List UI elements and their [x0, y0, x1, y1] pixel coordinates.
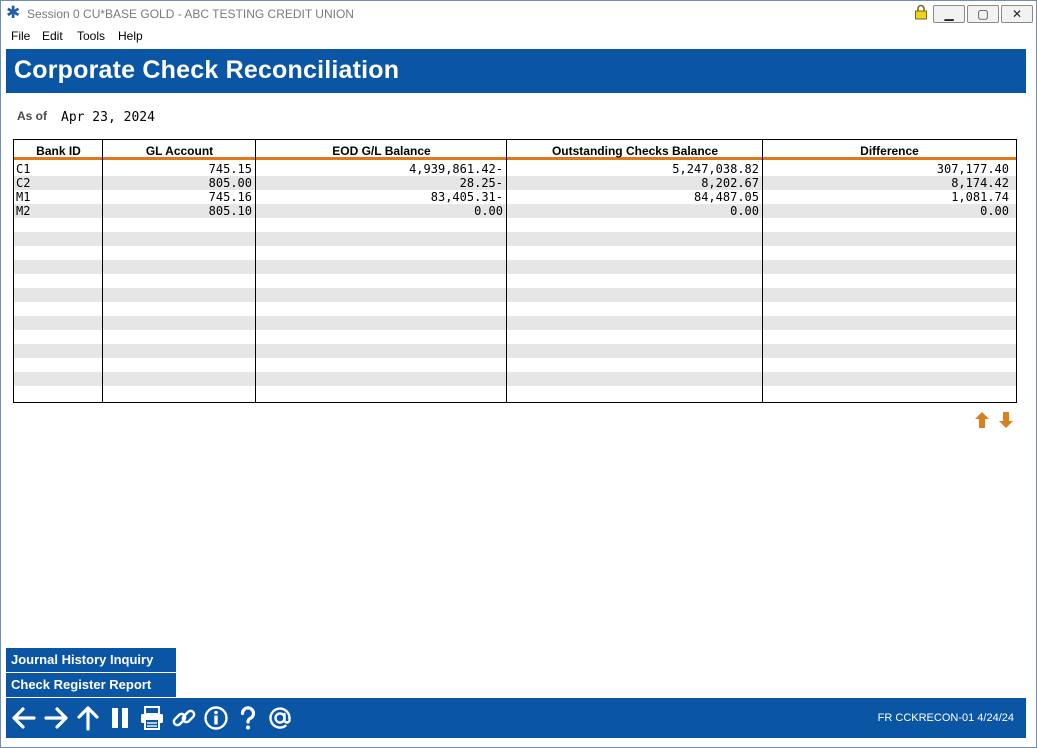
column-header-difference[interactable]: Difference [763, 140, 1016, 159]
app-logo-icon: ✱ [6, 3, 21, 22]
table-row [14, 232, 1016, 246]
table-row [14, 302, 1016, 316]
table-body: C1 745.15 4,939,861.42- 5,247,038.82 307,177… [14, 162, 1016, 402]
page-header: Corporate Check Reconciliation [6, 49, 1026, 93]
table-row [14, 218, 1016, 232]
table-cell: 84,487.05 [693, 190, 759, 204]
column-header-gl-account[interactable]: GL Account [103, 140, 256, 159]
minimize-button[interactable]: ▁ [933, 5, 965, 23]
table-row [14, 358, 1016, 372]
table-cell: 8,174.42 [951, 176, 1009, 190]
table-cell: C2 [16, 176, 31, 190]
table-cell: 28.25- [459, 176, 503, 190]
as-of-date[interactable]: Apr 23, 2024 [61, 110, 155, 125]
title-bar: ✱ Session 0 CU*BASE GOLD - ABC TESTING C… [1, 1, 1036, 27]
menu-file[interactable]: File [11, 29, 30, 43]
table-row[interactable]: C2 805.00 28.25- 8,202.67 8,174.42 [14, 176, 1016, 190]
lock-icon [915, 4, 927, 20]
table-row [14, 330, 1016, 344]
minimize-icon: ▁ [944, 7, 954, 21]
page-title: Corporate Check Reconciliation [14, 56, 400, 84]
column-divider [506, 140, 507, 402]
table-cell: 805.10 [208, 204, 252, 218]
column-divider [762, 140, 763, 402]
menu-edit[interactable]: Edit [42, 29, 63, 43]
up-arrow-icon[interactable] [74, 705, 102, 731]
column-header-bank-id[interactable]: Bank ID [14, 140, 103, 159]
close-button[interactable]: ✕ [1001, 5, 1033, 23]
table-row [14, 372, 1016, 386]
table-row [14, 386, 1016, 400]
footer-toolbar: FR CCKRECON-01 4/24/24 [6, 698, 1026, 738]
journal-history-inquiry-button[interactable]: Journal History Inquiry [6, 648, 176, 672]
table-row[interactable]: C1 745.15 4,939,861.42- 5,247,038.82 307,177… [14, 162, 1016, 176]
window-title: Session 0 CU*BASE GOLD - ABC TESTING CRE… [27, 7, 354, 21]
table-cell: 745.15 [208, 162, 252, 176]
app-window: ✱ Session 0 CU*BASE GOLD - ABC TESTING C… [0, 0, 1037, 748]
link-icon[interactable] [170, 705, 198, 731]
column-header-eod-gl-balance[interactable]: EOD G/L Balance [256, 140, 507, 159]
close-icon: ✕ [1011, 7, 1023, 21]
table-row [14, 274, 1016, 288]
table-cell: 4,939,861.42- [409, 162, 503, 176]
back-arrow-icon[interactable] [10, 705, 38, 731]
table-cell: M1 [16, 190, 31, 204]
at-icon[interactable] [266, 705, 294, 731]
info-icon[interactable] [202, 705, 230, 731]
reconciliation-table: Bank ID GL Account EOD G/L Balance Outst… [13, 139, 1017, 403]
forward-arrow-icon[interactable] [42, 705, 70, 731]
table-cell: 307,177.40 [936, 162, 1009, 176]
menu-help[interactable]: Help [118, 29, 143, 43]
table-row [14, 344, 1016, 358]
table-cell: 0.00 [730, 204, 759, 218]
table-cell: 5,247,038.82 [672, 162, 759, 176]
table-row[interactable]: M1 745.16 83,405.31- 84,487.05 1,081.74 [14, 190, 1016, 204]
menu-bar: File Edit Tools Help [1, 27, 1036, 47]
column-header-outstanding-checks[interactable]: Outstanding Checks Balance [507, 140, 763, 159]
table-cell: 0.00 [474, 204, 503, 218]
table-row [14, 246, 1016, 260]
table-cell: 1,081.74 [951, 190, 1009, 204]
table-cell: 805.00 [208, 176, 252, 190]
table-cell: 745.16 [208, 190, 252, 204]
column-divider [255, 140, 256, 402]
table-row [14, 316, 1016, 330]
table-header: Bank ID GL Account EOD G/L Balance Outst… [14, 140, 1016, 160]
pause-icon[interactable] [106, 705, 134, 731]
column-divider [102, 140, 103, 402]
table-cell: 0.00 [980, 204, 1009, 218]
table-row[interactable]: M2 805.10 0.00 0.00 0.00 [14, 204, 1016, 218]
maximize-icon: ▢ [977, 7, 989, 21]
table-cell: 8,202.67 [701, 176, 759, 190]
scroll-up-arrow-icon[interactable] [974, 411, 990, 429]
table-cell: 83,405.31- [430, 190, 503, 204]
table-row [14, 260, 1016, 274]
as-of-label: As of [17, 109, 47, 123]
screen-code: FR CCKRECON-01 4/24/24 [877, 712, 1014, 724]
maximize-button[interactable]: ▢ [967, 5, 999, 23]
scroll-down-arrow-icon[interactable] [998, 411, 1014, 429]
table-cell: M2 [16, 204, 31, 218]
check-register-report-button[interactable]: Check Register Report [6, 673, 176, 697]
table-cell: C1 [16, 162, 31, 176]
menu-tools[interactable]: Tools [77, 29, 105, 43]
help-icon[interactable] [234, 705, 262, 731]
table-row [14, 288, 1016, 302]
print-icon[interactable] [138, 705, 166, 731]
